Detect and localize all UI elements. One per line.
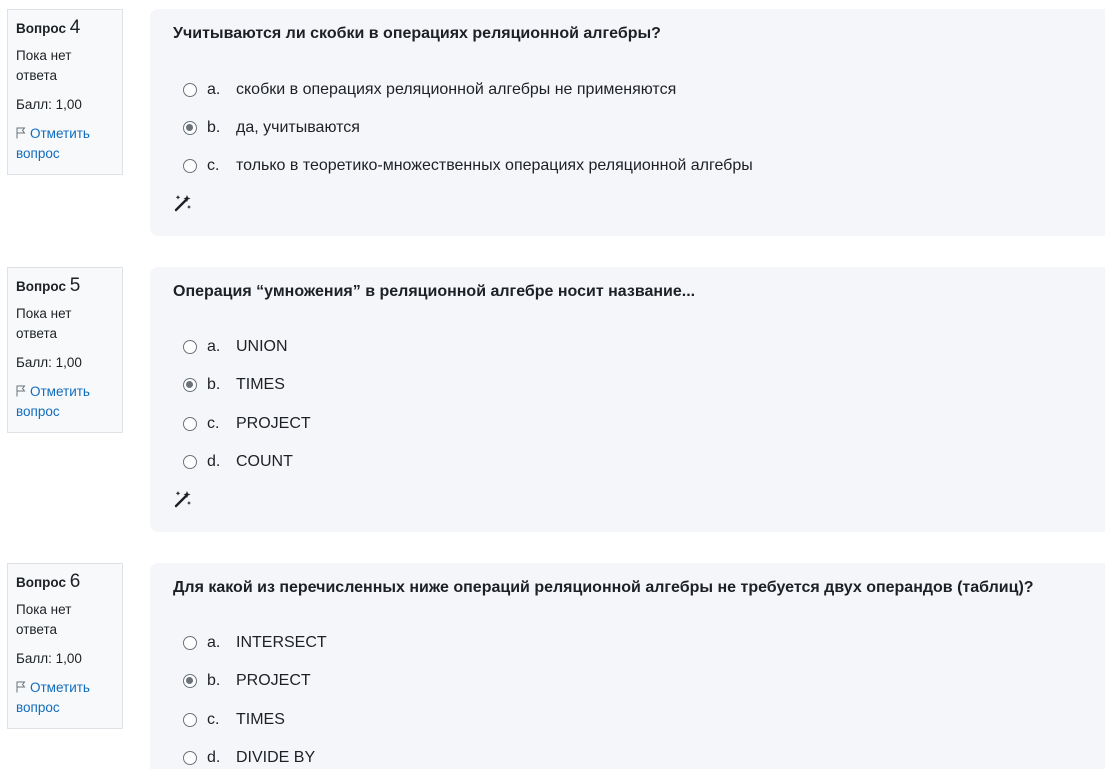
option-letter: b. <box>207 672 221 689</box>
option-label: PROJECT <box>236 672 311 689</box>
option-letter: b. <box>207 119 221 136</box>
option-letter: b. <box>207 376 221 393</box>
question-number: Вопрос 4 <box>16 17 81 38</box>
option-letter: c. <box>207 157 220 174</box>
answer-option[interactable]: d. DIVIDE BY <box>183 748 315 768</box>
radio-button[interactable] <box>183 340 197 354</box>
option-label: UNION <box>236 338 288 355</box>
radio-button[interactable] <box>183 751 197 765</box>
flag-icon <box>16 127 26 139</box>
question-info: Вопрос 4 Пока нет ответа Балл: 1,00 Отме… <box>7 9 123 175</box>
question-grade: Балл: 1,00 <box>16 355 82 370</box>
radio-button[interactable] <box>183 713 197 727</box>
question-text: Для какой из перечисленных ниже операций… <box>173 579 1034 596</box>
radio-button[interactable] <box>183 378 197 392</box>
answer-option[interactable]: b. TIMES <box>183 375 285 395</box>
option-letter: a. <box>207 338 221 355</box>
radio-button[interactable] <box>183 83 197 97</box>
question-content: Учитываются ли скобки в операциях реляци… <box>150 9 1105 236</box>
question-grade: Балл: 1,00 <box>16 97 82 112</box>
option-letter: c. <box>207 415 220 432</box>
question-info: Вопрос 6 Пока нет ответа Балл: 1,00 Отме… <box>7 563 123 729</box>
answer-option[interactable]: c. только в теоретико-множественных опер… <box>183 156 753 176</box>
radio-button[interactable] <box>183 159 197 173</box>
answer-option[interactable]: d. COUNT <box>183 452 293 472</box>
option-label: DIVIDE BY <box>236 749 316 766</box>
option-letter: d. <box>207 749 221 766</box>
answer-option[interactable]: a. UNION <box>183 337 288 357</box>
question-content: Для какой из перечисленных ниже операций… <box>150 563 1105 769</box>
magic-wand-icon[interactable] <box>173 193 193 213</box>
option-label: PROJECT <box>236 415 311 432</box>
question-text: Операция “умножения” в реляционной алгеб… <box>173 283 696 300</box>
radio-button[interactable] <box>183 417 197 431</box>
answer-option[interactable]: b. PROJECT <box>183 671 311 691</box>
option-label: TIMES <box>236 711 285 728</box>
question-content: Операция “умножения” в реляционной алгеб… <box>150 267 1105 532</box>
question-text: Учитываются ли скобки в операциях реляци… <box>173 25 661 42</box>
magic-wand-icon[interactable] <box>173 489 193 509</box>
question-grade: Балл: 1,00 <box>16 651 82 666</box>
option-letter: a. <box>207 634 221 651</box>
question-info: Вопрос 5 Пока нет ответа Балл: 1,00 Отме… <box>7 267 123 433</box>
question-number: Вопрос 5 <box>16 275 81 296</box>
flag-question-link[interactable]: Отметить вопрос <box>16 678 114 718</box>
option-letter: d. <box>207 453 221 470</box>
question-state: Пока нет ответа <box>16 602 72 637</box>
flag-question-link[interactable]: Отметить вопрос <box>16 124 114 164</box>
option-letter: c. <box>207 711 220 728</box>
option-label: COUNT <box>236 453 293 470</box>
answer-option[interactable]: c. PROJECT <box>183 414 311 434</box>
answer-option[interactable]: b. да, учитываются <box>183 118 360 138</box>
radio-button[interactable] <box>183 674 197 688</box>
answer-option[interactable]: a. INTERSECT <box>183 633 327 653</box>
answer-option[interactable]: a. скобки в операциях реляционной алгебр… <box>183 80 676 100</box>
radio-button[interactable] <box>183 455 197 469</box>
radio-button[interactable] <box>183 636 197 650</box>
option-label: только в теоретико-множественных операци… <box>236 157 753 174</box>
flag-icon <box>16 681 26 693</box>
flag-icon <box>16 385 26 397</box>
option-label: скобки в операциях реляционной алгебры н… <box>236 81 677 98</box>
answer-option[interactable]: c. TIMES <box>183 710 285 730</box>
option-letter: a. <box>207 81 221 98</box>
question-state: Пока нет ответа <box>16 48 72 83</box>
option-label: да, учитываются <box>236 119 360 136</box>
question-state: Пока нет ответа <box>16 306 72 341</box>
question-number: Вопрос 6 <box>16 571 81 592</box>
option-label: INTERSECT <box>236 634 327 651</box>
flag-question-link[interactable]: Отметить вопрос <box>16 382 114 422</box>
radio-button[interactable] <box>183 121 197 135</box>
option-label: TIMES <box>236 376 285 393</box>
